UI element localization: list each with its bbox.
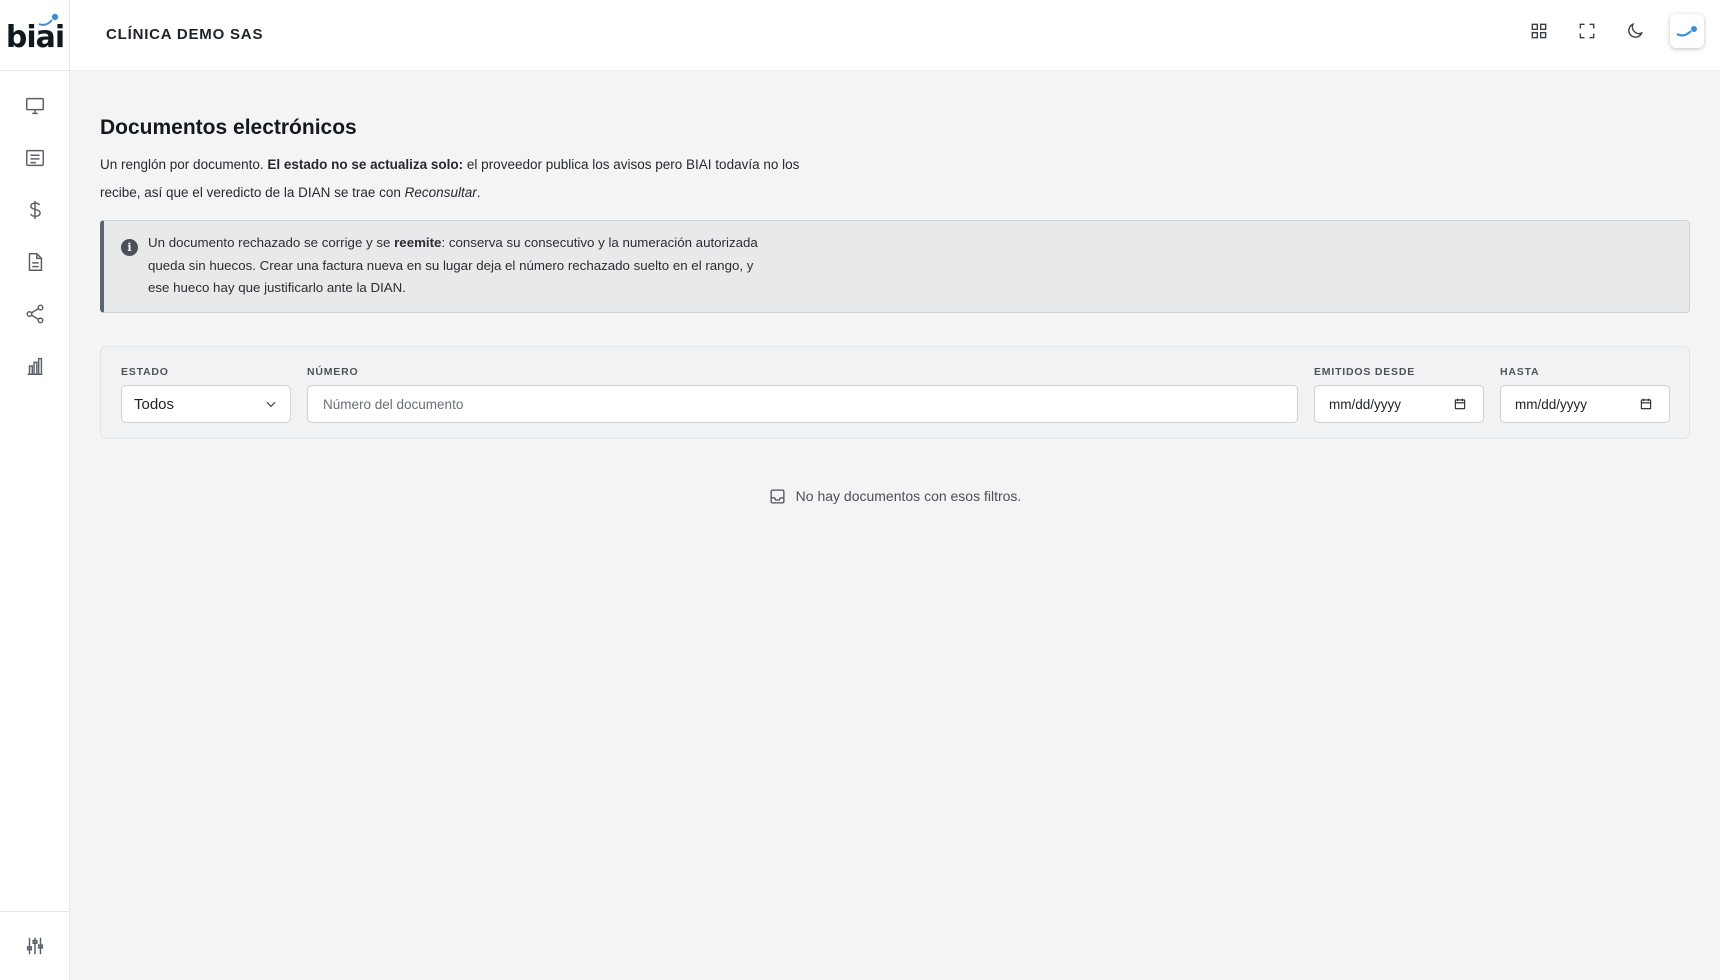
- lead-text-3: .: [476, 185, 481, 200]
- callout-text: Un documento rechazado se corrige y se r…: [148, 232, 768, 300]
- fullscreen-icon: [1579, 23, 1595, 39]
- monitor-icon: [26, 97, 44, 115]
- hasta-label: HASTA: [1500, 366, 1540, 378]
- estado-select[interactable]: Todos: [121, 385, 291, 423]
- sidebar-settings-button[interactable]: [0, 911, 70, 980]
- numero-field: [307, 385, 1298, 423]
- empty-state: No hay documentos con esos filtros.: [100, 484, 1690, 508]
- sidebar-item-integrations[interactable]: [0, 288, 70, 340]
- top-header: CLÍNICA DEMO SAS: [70, 0, 1720, 71]
- logo[interactable]: biai: [0, 0, 70, 71]
- numero-label: NÚMERO: [307, 366, 359, 378]
- avatar-logo-icon: [1676, 26, 1697, 37]
- company-name: CLÍNICA DEMO SAS: [106, 26, 264, 43]
- calendar-icon[interactable]: [1453, 397, 1467, 411]
- hasta-date-input[interactable]: mm/dd/yyyy: [1500, 385, 1670, 423]
- sidebar-item-billing[interactable]: [0, 184, 70, 236]
- info-icon: i: [121, 239, 138, 256]
- document-icon: [28, 253, 43, 271]
- sidebar-item-dashboard[interactable]: [0, 80, 70, 132]
- share-icon: [26, 304, 44, 324]
- lead-italic: Reconsultar: [404, 185, 477, 200]
- chevron-down-icon: [266, 401, 276, 408]
- numero-input[interactable]: [308, 386, 1297, 422]
- logo-swoosh-icon: [38, 13, 59, 26]
- callout-bold: reemite: [394, 235, 442, 250]
- callout-text-1: Un documento rechazado se corrige y se: [148, 235, 395, 250]
- info-callout: i Un documento rechazado se corrige y se…: [100, 220, 1690, 313]
- lead-text-1: Un renglón por documento.: [100, 157, 268, 172]
- empty-message: No hay documentos con esos filtros.: [795, 488, 1022, 504]
- calendar-icon[interactable]: [1639, 397, 1653, 411]
- bar-chart-icon: [27, 357, 43, 375]
- header-actions: [1522, 14, 1704, 48]
- apps-button[interactable]: [1522, 14, 1556, 48]
- sidebar-item-reports[interactable]: [0, 340, 70, 392]
- page-title: Documentos electrónicos: [100, 116, 357, 139]
- receipt-icon: [26, 149, 44, 167]
- inbox-icon: [770, 488, 785, 504]
- filters-panel: ESTADO Todos NÚMERO EMITIDOS DESDE mm/dd…: [100, 346, 1690, 439]
- sidebar-item-messages[interactable]: [0, 132, 70, 184]
- desde-date-value: mm/dd/yyyy: [1329, 396, 1402, 412]
- desde-date-input[interactable]: mm/dd/yyyy: [1314, 385, 1484, 423]
- grid-icon: [1531, 23, 1547, 39]
- sliders-icon: [26, 937, 44, 955]
- page-description: Un renglón por documento. El estado no s…: [100, 151, 820, 207]
- hasta-date-value: mm/dd/yyyy: [1515, 396, 1588, 412]
- moon-icon: [1628, 22, 1644, 38]
- desde-label: EMITIDOS DESDE: [1314, 366, 1416, 378]
- theme-toggle-button[interactable]: [1618, 14, 1652, 48]
- dollar-icon: [29, 200, 41, 220]
- lead-bold: El estado no se actualiza solo:: [267, 157, 464, 172]
- sidebar-item-documents[interactable]: [0, 236, 70, 288]
- estado-label: ESTADO: [121, 366, 169, 378]
- avatar[interactable]: [1670, 14, 1704, 48]
- fullscreen-button[interactable]: [1570, 14, 1604, 48]
- sidebar: biai: [0, 0, 70, 980]
- estado-select-value: Todos: [134, 395, 175, 413]
- sidebar-nav: [0, 80, 70, 392]
